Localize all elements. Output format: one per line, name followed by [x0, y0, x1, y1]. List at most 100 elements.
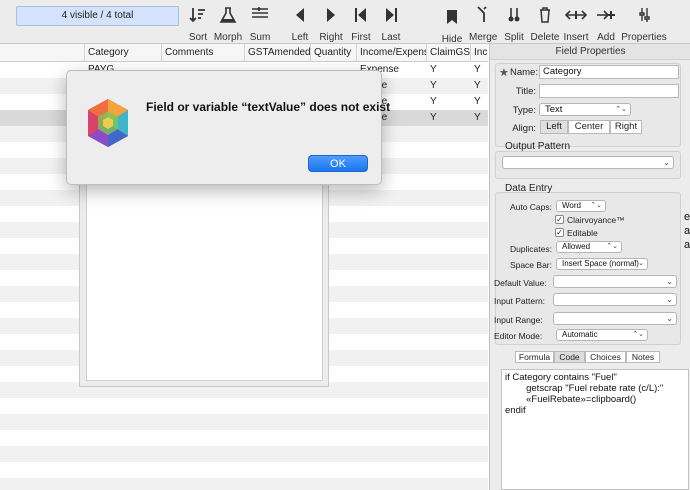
duplicates-select[interactable]: Allowed ⌃⌄ [556, 241, 622, 253]
merge-icon [469, 6, 497, 32]
cell-claimgst[interactable]: Y [427, 110, 437, 126]
editor-mode-label: Editor Mode: [494, 331, 543, 341]
sort-button[interactable]: Sort [186, 2, 210, 43]
column-header-blank[interactable] [0, 44, 85, 62]
duplicates-value: Allowed [562, 242, 591, 251]
clairvoyance-checkbox[interactable]: ✓ [555, 215, 564, 224]
editor-mode-value: Automatic [562, 330, 598, 339]
input-pattern-label: Input Pattern: [494, 296, 546, 306]
align-right-button[interactable]: Right [610, 120, 642, 134]
input-range-select[interactable]: ⌄ [553, 312, 677, 325]
table-row[interactable] [0, 430, 488, 446]
hide-icon [440, 8, 464, 34]
tab-code[interactable]: Code [554, 351, 585, 363]
auto-caps-label: Auto Caps: [509, 202, 552, 212]
space-bar-label: Space Bar: [509, 260, 552, 270]
properties-icon [621, 6, 667, 32]
space-bar-value: Insert Space (normal) [562, 259, 639, 268]
split-icon [502, 6, 526, 32]
auto-caps-value: Word [562, 201, 581, 210]
add-icon [594, 6, 618, 32]
panel-title: Field Properties [490, 44, 690, 60]
field-properties-panel: Field Properties ★ Name: Category Title:… [489, 44, 690, 490]
output-pattern-select[interactable]: ⌄ [502, 156, 674, 169]
cell-claimgst[interactable]: Y [427, 78, 437, 94]
record-count-field: 4 visible / 4 total [16, 6, 179, 26]
column-header-quantity[interactable]: Quantity [311, 44, 357, 62]
tab-formula[interactable]: Formula [515, 351, 554, 363]
alert-dialog: Field or variable “textValue” does not e… [66, 70, 390, 185]
alert-message: Field or variable “textValue” does not e… [146, 100, 391, 114]
left-button[interactable]: Left [289, 2, 311, 43]
cell-incl[interactable]: Y [471, 62, 481, 78]
align-center-button[interactable]: Center [568, 120, 610, 134]
sum-icon [247, 6, 273, 32]
chevron-down-icon: ⌄ [666, 295, 673, 304]
edge-text-fragment: e [684, 211, 690, 223]
column-header-claimgst[interactable]: ClaimGST [427, 44, 471, 62]
editable-label: Editable [567, 228, 598, 238]
edge-text-fragment: a [684, 225, 690, 237]
cell-incl[interactable]: Y [471, 78, 481, 94]
column-header-comments[interactable]: Comments [162, 44, 245, 62]
column-header-category[interactable]: Category [85, 44, 162, 62]
ok-button[interactable]: OK [308, 155, 368, 172]
editor-mode-select[interactable]: Automatic ⌃⌄ [556, 329, 648, 341]
hide-button[interactable]: Hide [440, 2, 464, 45]
input-pattern-select[interactable]: ⌄ [553, 293, 677, 306]
table-row[interactable] [0, 414, 488, 430]
table-row[interactable] [0, 462, 488, 478]
insert-icon [562, 6, 590, 32]
arrow-left-icon [289, 6, 311, 32]
title-label: Title: [515, 86, 536, 97]
default-value-select[interactable]: ⌄ [553, 275, 677, 288]
output-pattern-title: Output Pattern [505, 141, 571, 152]
first-button[interactable]: First [349, 2, 373, 43]
sheet-content-area [86, 183, 323, 381]
name-field[interactable]: Category [539, 65, 679, 79]
code-line: «FuelRebate»=clipboard() [505, 394, 637, 405]
cell-claimgst[interactable]: Y [427, 94, 437, 110]
table-row[interactable] [0, 446, 488, 462]
split-button[interactable]: Split [502, 2, 526, 43]
type-select[interactable]: Text ⌃⌄ [539, 103, 631, 116]
table-row[interactable] [0, 398, 488, 414]
add-button[interactable]: Add [594, 2, 618, 43]
data-entry-title: Data Entry [505, 183, 553, 194]
morph-button[interactable]: Morph [213, 2, 243, 43]
delete-icon [530, 6, 560, 32]
space-bar-select[interactable]: Insert Space (normal) ⌃⌄ [556, 258, 648, 270]
chevron-down-icon: ⌄ [666, 277, 673, 286]
last-icon [379, 6, 403, 32]
table-row[interactable] [0, 478, 488, 490]
sum-button[interactable]: Sum [247, 2, 273, 43]
tab-choices[interactable]: Choices [585, 351, 626, 363]
merge-button[interactable]: Merge [469, 2, 497, 43]
last-button[interactable]: Last [379, 2, 403, 43]
tab-notes[interactable]: Notes [626, 351, 660, 363]
align-left-button[interactable]: Left [540, 120, 568, 134]
cell-incl[interactable]: Y [471, 110, 481, 126]
editable-checkbox[interactable]: ✓ [555, 228, 564, 237]
properties-button[interactable]: Properties [621, 2, 667, 43]
auto-caps-select[interactable]: Word ⌃⌄ [556, 200, 606, 212]
arrow-right-icon [318, 6, 344, 32]
column-header-incl[interactable]: Incl [471, 44, 488, 62]
align-label: Align: [512, 123, 536, 134]
title-field[interactable] [539, 84, 679, 98]
right-button[interactable]: Right [318, 2, 344, 43]
edge-text-fragment: a [684, 239, 690, 251]
flask-icon [213, 6, 243, 32]
cell-incl[interactable]: Y [471, 94, 481, 110]
insert-button[interactable]: Insert [562, 2, 590, 43]
chevron-down-icon: ⌄ [666, 314, 673, 323]
delete-button[interactable]: Delete [530, 2, 560, 43]
code-editor[interactable]: if Category contains "Fuel" getscrap "Fu… [501, 369, 689, 490]
input-range-label: Input Range: [494, 315, 543, 325]
chevron-updown-icon: ⌃⌄ [615, 106, 627, 113]
cell-claimgst[interactable]: Y [427, 62, 437, 78]
column-header-gstamended[interactable]: GSTAmended [245, 44, 311, 62]
sort-icon [186, 6, 210, 32]
chevron-updown-icon: ⌃⌄ [590, 202, 602, 209]
column-header-income-expense[interactable]: Income/Expense [357, 44, 427, 62]
